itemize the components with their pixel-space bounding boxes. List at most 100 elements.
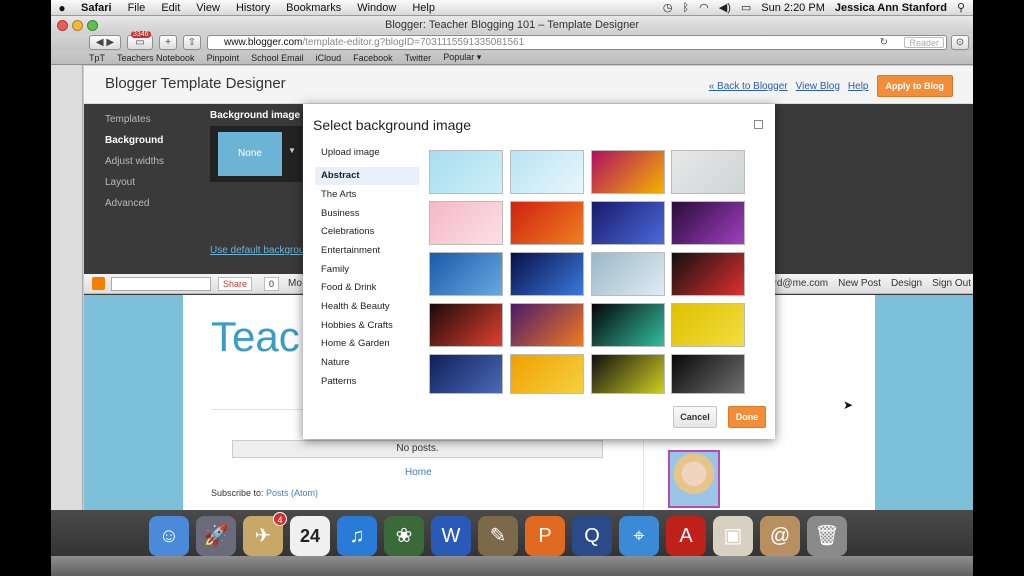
calendar-icon[interactable]: 24 [290, 516, 330, 556]
spotlight-icon[interactable]: ⚲ [957, 1, 965, 14]
back-forward-buttons[interactable]: ◀ ▶ [89, 35, 121, 50]
menu-file[interactable]: File [120, 2, 154, 14]
category-food-drink[interactable]: Food & Drink [315, 279, 419, 297]
profile-photo[interactable] [668, 450, 720, 508]
address-bar[interactable]: www.blogger.com/template-editor.g?blogID… [207, 35, 947, 50]
gimp-icon[interactable]: ✎ [478, 516, 518, 556]
close-window-button[interactable] [57, 20, 68, 31]
background-thumbnail[interactable] [429, 252, 503, 296]
blogger-logo-icon[interactable] [92, 277, 105, 290]
category-hobbies-crafts[interactable]: Hobbies & Crafts [315, 317, 419, 335]
new-tab-button[interactable]: + [159, 35, 177, 50]
bookmark-popular[interactable]: Popular ▾ [437, 52, 487, 63]
bookmark-tpt[interactable]: TpT [83, 53, 111, 63]
use-default-background-link[interactable]: Use default background [210, 245, 316, 256]
background-thumbnail[interactable] [591, 252, 665, 296]
bookmark-teachers-notebook[interactable]: Teachers Notebook [111, 53, 201, 63]
background-thumbnail[interactable] [510, 354, 584, 394]
minimize-window-button[interactable] [72, 20, 83, 31]
background-thumbnail[interactable] [591, 354, 665, 394]
apply-to-blog-button[interactable]: Apply to Blog [876, 75, 953, 97]
background-thumbnail[interactable] [510, 303, 584, 347]
reload-icon[interactable]: ↻ [880, 36, 888, 49]
share-page-button[interactable]: ⇧ [183, 35, 201, 50]
menu-window[interactable]: Window [349, 2, 404, 14]
menu-view[interactable]: View [188, 2, 228, 14]
category-nature[interactable]: Nature [315, 354, 419, 372]
design-link[interactable]: Design [891, 278, 922, 289]
sidebar-item-background[interactable]: Background [105, 135, 163, 146]
powerpoint-icon[interactable]: P [525, 516, 565, 556]
view-blog-link[interactable]: View Blog [796, 81, 840, 92]
background-thumbnail[interactable] [429, 201, 503, 245]
acrobat-icon[interactable]: A [666, 516, 706, 556]
battery-icon[interactable]: ▭ [741, 1, 751, 14]
volume-icon[interactable]: ◀) [719, 1, 731, 14]
timemachine-icon[interactable]: ◷ [663, 1, 673, 14]
background-thumbnail[interactable] [671, 252, 745, 296]
background-thumbnail[interactable] [510, 201, 584, 245]
sidebar-item-advanced[interactable]: Advanced [105, 198, 149, 209]
menu-clock[interactable]: Sun 2:20 PM [761, 2, 825, 14]
quicktime-icon[interactable]: Q [572, 516, 612, 556]
bluetooth-icon[interactable]: ᛒ [683, 2, 690, 14]
category-entertainment[interactable]: Entertainment [315, 242, 419, 260]
zoom-window-button[interactable] [87, 20, 98, 31]
home-link[interactable]: Home [405, 467, 432, 478]
background-none-swatch[interactable]: None [218, 132, 282, 176]
word-icon[interactable]: W [431, 516, 471, 556]
menu-history[interactable]: History [228, 2, 278, 14]
share-button[interactable]: Share [218, 277, 253, 291]
wifi-icon[interactable]: ◠ [699, 1, 709, 14]
background-thumbnail[interactable] [429, 354, 503, 394]
menu-app-name[interactable]: Safari [73, 2, 120, 14]
bookmark-pinpoint[interactable]: Pinpoint [201, 53, 246, 63]
background-thumbnail[interactable] [510, 252, 584, 296]
trash-icon[interactable]: 🗑 [807, 516, 847, 556]
downloads-button[interactable]: ⊙ [951, 35, 969, 50]
finder-icon[interactable]: ☺ [149, 516, 189, 556]
category-abstract[interactable]: Abstract [315, 167, 419, 185]
sidebar-item-templates[interactable]: Templates [105, 114, 151, 125]
addressbook-icon[interactable]: @ [760, 516, 800, 556]
reader-button[interactable]: Reader [904, 37, 944, 48]
background-thumbnail[interactable] [591, 201, 665, 245]
category-family[interactable]: Family [315, 261, 419, 279]
new-post-link[interactable]: New Post [838, 278, 881, 289]
more-menu[interactable]: Mo [288, 278, 302, 289]
menu-help[interactable]: Help [404, 2, 443, 14]
sidebar-item-adjust-widths[interactable]: Adjust widths [105, 156, 164, 167]
close-icon[interactable] [754, 120, 763, 129]
sign-out-link[interactable]: Sign Out [932, 278, 971, 289]
menu-bookmarks[interactable]: Bookmarks [278, 2, 349, 14]
category-patterns[interactable]: Patterns [315, 373, 419, 391]
sidebar-item-layout[interactable]: Layout [105, 177, 135, 188]
category-home-garden[interactable]: Home & Garden [315, 335, 419, 353]
chevron-down-icon[interactable]: ▼ [288, 146, 296, 155]
subscribe-atom-link[interactable]: Posts (Atom) [266, 488, 318, 498]
background-thumbnail[interactable] [591, 303, 665, 347]
background-thumbnail[interactable] [671, 150, 745, 194]
background-thumbnail[interactable] [671, 201, 745, 245]
category-celebrations[interactable]: Celebrations [315, 223, 419, 241]
bookmark-icloud[interactable]: iCloud [310, 53, 348, 63]
cancel-button[interactable]: Cancel [673, 406, 717, 428]
itunes-icon[interactable]: ♫ [337, 516, 377, 556]
background-thumbnail[interactable] [591, 150, 665, 194]
menu-edit[interactable]: Edit [153, 2, 188, 14]
back-to-blogger-link[interactable]: « Back to Blogger [709, 81, 788, 92]
background-thumbnail[interactable] [671, 303, 745, 347]
launchpad-icon[interactable]: 🚀 [196, 516, 236, 556]
done-button[interactable]: Done [728, 406, 766, 428]
background-thumbnail[interactable] [429, 150, 503, 194]
bookmark-facebook[interactable]: Facebook [347, 53, 399, 63]
safari-icon[interactable]: ⌖ [619, 516, 659, 556]
menu-user[interactable]: Jessica Ann Stanford [835, 2, 947, 14]
apple-icon[interactable]: ● [51, 1, 73, 15]
upload-image-link[interactable]: Upload image [315, 144, 419, 162]
iphoto-icon[interactable]: ❀ [384, 516, 424, 556]
category-health-beauty[interactable]: Health & Beauty [315, 298, 419, 316]
background-thumbnail[interactable] [429, 303, 503, 347]
bookmark-school-email[interactable]: School Email [245, 53, 310, 63]
background-image-picker[interactable]: None ▼ [210, 126, 302, 182]
